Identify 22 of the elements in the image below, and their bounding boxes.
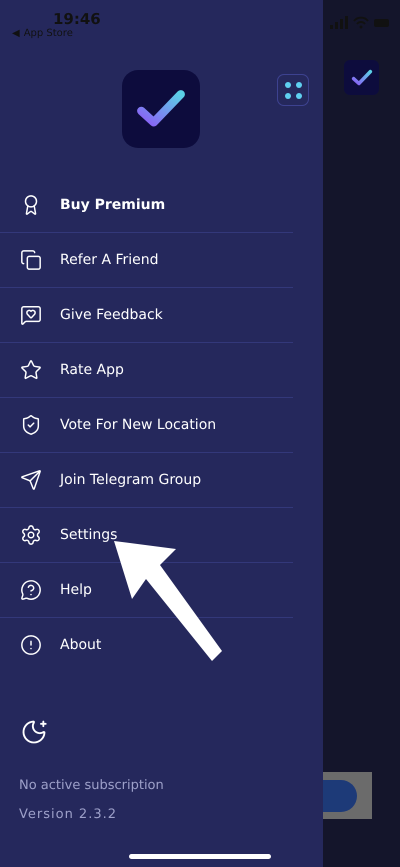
menu-icon [20, 469, 42, 491]
menu-icon [20, 524, 42, 546]
status-time: 19:46 [53, 10, 101, 28]
menu-icon [20, 359, 42, 381]
version-label: Version 2.3.2 [19, 807, 118, 822]
subscription-status: No active subscription [19, 778, 164, 793]
menu-item[interactable]: Refer A Friend [0, 233, 293, 288]
menu-icon [20, 304, 42, 326]
menu-item[interactable]: Give Feedback [0, 288, 293, 343]
grid-button[interactable] [277, 74, 309, 106]
status-icons [330, 16, 390, 30]
menu-item[interactable]: Buy Premium [0, 178, 293, 233]
menu-icon [20, 414, 42, 436]
dark-mode-icon[interactable] [20, 718, 48, 746]
menu-item[interactable]: Join Telegram Group [0, 453, 293, 508]
menu-item[interactable]: Rate App [0, 343, 293, 398]
menu-icon [20, 249, 42, 271]
menu-icon [20, 634, 42, 656]
checkmark-logo-icon [350, 68, 372, 86]
menu-item[interactable]: About [0, 618, 293, 673]
menu-item[interactable]: Vote For New Location [0, 398, 293, 453]
menu-icon [20, 579, 42, 601]
